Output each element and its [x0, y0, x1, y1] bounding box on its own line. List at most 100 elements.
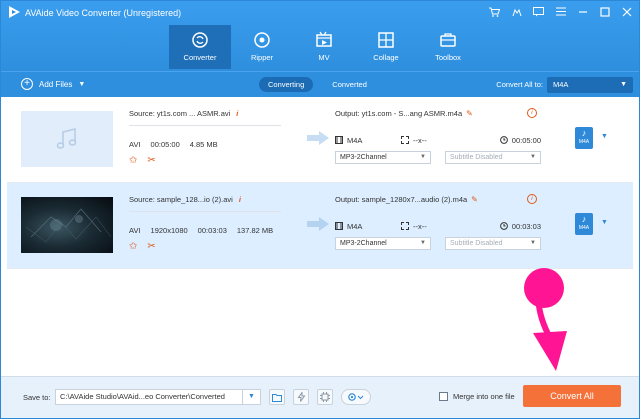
save-path-field[interactable]: C:\AVAide Studio\AVAid...eo Converter\Co… [55, 389, 261, 405]
clock-icon [499, 222, 508, 230]
audio-track-select[interactable]: MP3-2Channel ▼ [335, 151, 431, 164]
subtitle-value: Subtitle Disabled [450, 154, 503, 161]
subtitle-select[interactable]: Subtitle Disabled ▼ [445, 151, 541, 164]
edit-icon[interactable]: ✎ [466, 109, 473, 118]
close-icon[interactable] [620, 5, 633, 18]
video-thumbnail [21, 197, 113, 253]
tab-ripper[interactable]: Ripper [231, 25, 293, 69]
film-icon [335, 136, 343, 144]
scissors-icon[interactable]: ✂ [147, 241, 155, 252]
output-format: M4A [347, 136, 363, 145]
output-resolution: --x-- [413, 136, 427, 145]
tab-converted[interactable]: Converted [323, 77, 376, 92]
clock-icon [499, 136, 508, 144]
gear-icon [348, 393, 364, 401]
output-info-icon[interactable]: i [527, 108, 537, 118]
divider [129, 125, 281, 126]
tab-collage[interactable]: Collage [355, 25, 417, 69]
menu-icon[interactable] [554, 5, 567, 18]
resize-icon [401, 222, 409, 230]
output-format-button[interactable]: ♪ M4A [575, 213, 593, 235]
output-format: M4A [347, 222, 363, 231]
file-row: Source: sample_128...io (2).avi i AVI 192… [7, 183, 633, 269]
toolbar: + Add Files ▼ Converting Converted Conve… [1, 71, 639, 97]
source-size: 137.82 MB [236, 226, 274, 235]
merge-checkbox[interactable] [439, 392, 448, 401]
tab-label: Collage [373, 53, 399, 62]
tab-label: MV [318, 53, 330, 62]
enhance-icon[interactable]: ✩ [129, 241, 137, 252]
file-thumbnail [21, 111, 113, 167]
cart-icon[interactable] [488, 5, 501, 18]
bottom-tools [269, 389, 371, 405]
output-duration: 00:03:03 [511, 222, 541, 231]
subtitle-value: Subtitle Disabled [450, 240, 503, 247]
source-label: Source: yt1s.com ... ASMR.avi i [129, 109, 238, 118]
tab-mv[interactable]: MV [293, 25, 355, 69]
audio-track-select[interactable]: MP3-2Channel ▼ [335, 237, 431, 250]
tab-converter[interactable]: Converter [169, 25, 231, 69]
folder-icon [272, 393, 282, 402]
feedback-icon[interactable] [532, 5, 545, 18]
hardware-acceleration-button[interactable] [293, 389, 309, 405]
chevron-down-icon: ▼ [530, 240, 536, 246]
toolbox-icon [440, 33, 456, 47]
add-files-label: Add Files [39, 79, 73, 89]
source-label: Source: sample_128...io (2).avi i [129, 195, 241, 204]
video-frame-image [25, 208, 112, 243]
convert-all-format-select[interactable]: M4A ▼ [547, 77, 633, 93]
mv-icon [316, 31, 332, 47]
minimize-icon[interactable] [576, 5, 589, 18]
row-tools: ✩ ✂ [129, 155, 156, 166]
chevron-down-icon[interactable]: ▼ [242, 390, 260, 404]
settings-dropdown[interactable] [341, 389, 371, 405]
music-note-icon: ♪ [581, 214, 587, 224]
user-icon[interactable] [510, 5, 523, 18]
tab-toolbox[interactable]: Toolbox [417, 25, 479, 69]
source-meta: AVI 1920x1080 00:03:03 137.82 MB [129, 226, 273, 235]
output-name: Output: sample_1280x7...audio (2).m4a [335, 195, 468, 204]
merge-option[interactable]: Merge into one file [439, 392, 515, 401]
converter-icon [192, 32, 208, 48]
edit-icon[interactable]: ✎ [471, 195, 478, 204]
output-info-icon[interactable]: i [527, 194, 537, 204]
source-container: AVI [129, 226, 141, 235]
tab-label: Converter [183, 53, 217, 62]
row-tools: ✩ ✂ [129, 241, 156, 252]
source-duration: 00:05:00 [150, 140, 180, 149]
enhance-icon[interactable]: ✩ [129, 155, 137, 166]
info-icon[interactable]: i [239, 195, 241, 204]
source-size: 4.85 MB [189, 140, 218, 149]
add-files-button[interactable]: + Add Files ▼ [21, 78, 85, 90]
format-badge-label: M4A [578, 139, 590, 145]
pointer-arrow-annotation [524, 268, 567, 371]
merge-label: Merge into one file [453, 392, 515, 401]
main-nav: Converter Ripper MV Collage Toolbox [169, 25, 479, 69]
subtitle-select[interactable]: Subtitle Disabled ▼ [445, 237, 541, 250]
convert-all-button[interactable]: Convert All [523, 385, 621, 407]
output-name: Output: yt1s.com - S...ang ASMR.m4a [335, 109, 463, 118]
source-container: AVI [129, 140, 141, 149]
source-name: Source: yt1s.com ... ASMR.avi [129, 109, 231, 118]
tab-converting[interactable]: Converting [259, 77, 314, 92]
scissors-icon[interactable]: ✂ [147, 155, 155, 166]
maximize-icon[interactable] [598, 5, 611, 18]
source-duration: 00:03:03 [197, 226, 227, 235]
info-icon[interactable]: i [236, 109, 238, 118]
gpu-settings-button[interactable] [317, 389, 333, 405]
audio-track-value: MP3-2Channel [340, 154, 387, 161]
output-format-button[interactable]: ♪ M4A [575, 127, 593, 149]
app-window: AVAide Video Converter (Unregistered) Co… [0, 0, 640, 419]
output-label: Output: sample_1280x7...audio (2).m4a ✎ [335, 195, 478, 204]
chevron-down-icon: ▼ [530, 154, 536, 160]
chevron-down-icon[interactable]: ▼ [601, 219, 608, 226]
chevron-down-icon[interactable]: ▼ [601, 133, 608, 140]
chevron-down-icon[interactable]: ▼ [78, 81, 85, 88]
output-resolution: --x-- [413, 222, 427, 231]
tab-label: Ripper [250, 53, 274, 62]
tab-label: Toolbox [435, 53, 461, 62]
open-folder-button[interactable] [269, 389, 285, 405]
music-note-icon [56, 127, 77, 149]
output-label: Output: yt1s.com - S...ang ASMR.m4a ✎ [335, 109, 473, 118]
arrow-right-icon [307, 217, 329, 231]
